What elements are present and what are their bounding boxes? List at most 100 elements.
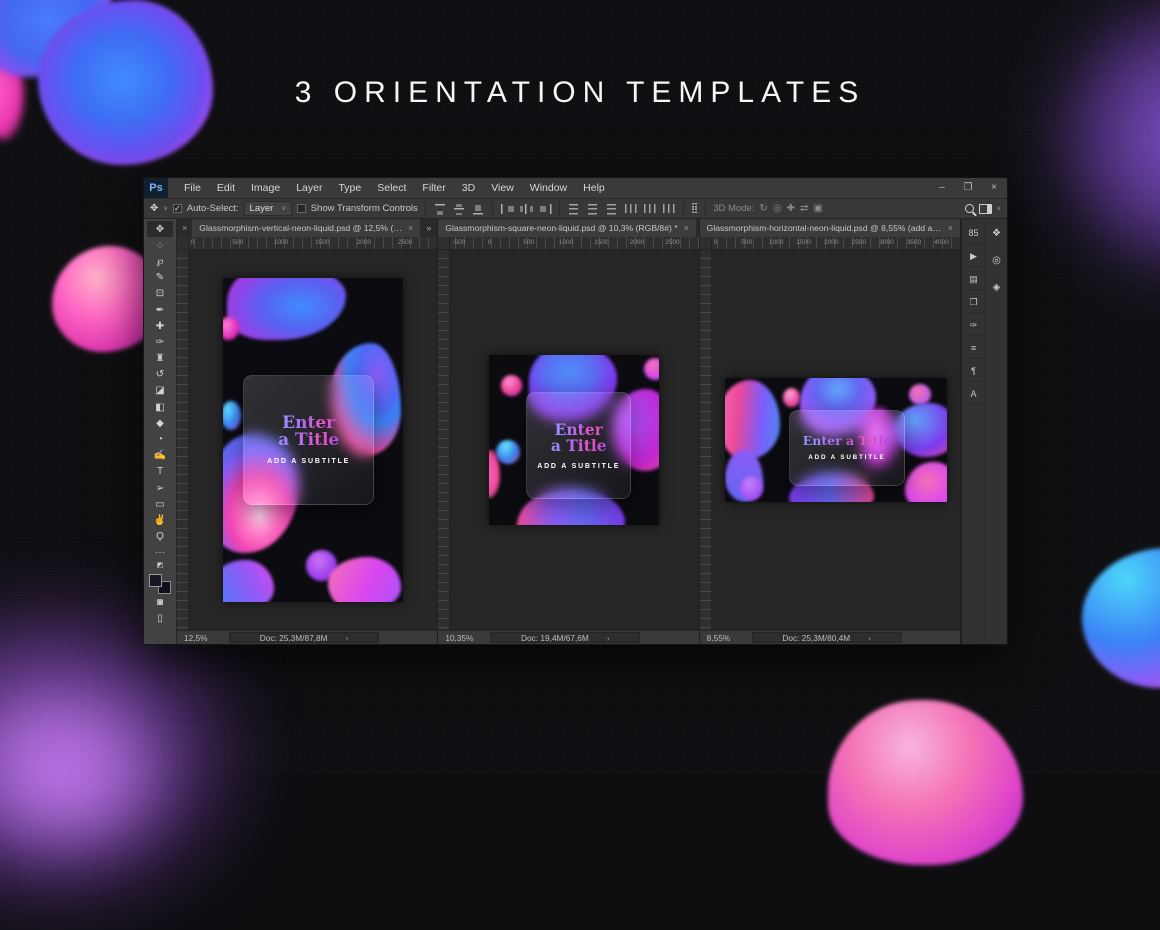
doc-size-field[interactable]: Doc: 25,3M/80,4M › bbox=[752, 632, 902, 643]
info-panel-icon[interactable]: 85 bbox=[963, 223, 984, 244]
brush-tool[interactable]: ✑ bbox=[147, 334, 173, 350]
default-swatches-icon[interactable]: ◩ bbox=[157, 561, 164, 571]
status-expand-icon[interactable]: › bbox=[346, 633, 349, 643]
close-button[interactable]: × bbox=[981, 178, 1007, 198]
chevron-down-icon[interactable]: ∨ bbox=[163, 205, 167, 212]
menu-select[interactable]: Select bbox=[369, 178, 414, 198]
document-tab[interactable]: Glassmorphism-square-neon-liquid.psd @ 1… bbox=[438, 219, 696, 237]
minimize-button[interactable]: – bbox=[929, 178, 955, 198]
actions-panel-icon[interactable]: ▶ bbox=[963, 246, 984, 267]
properties-panel-icon[interactable]: ≡ bbox=[963, 338, 984, 359]
align-right-edges-icon[interactable] bbox=[538, 203, 552, 215]
3d-roll-icon[interactable]: ◎ bbox=[773, 203, 782, 214]
chevron-down-icon[interactable]: ∨ bbox=[997, 205, 1001, 212]
3d-slide-icon[interactable]: ⇄ bbox=[800, 203, 808, 214]
gradient-tool[interactable]: ◧ bbox=[147, 399, 173, 415]
menu-help[interactable]: Help bbox=[575, 178, 613, 198]
zoom-level[interactable]: 12,5% bbox=[177, 633, 229, 643]
menu-window[interactable]: Window bbox=[522, 178, 575, 198]
canvas-vertical[interactable]: Enter a Title ADD A SUBTITLE bbox=[223, 278, 403, 602]
clone-stamp-tool[interactable]: ♜ bbox=[147, 351, 173, 367]
restore-button[interactable]: ❐ bbox=[955, 178, 981, 198]
menu-filter[interactable]: Filter bbox=[414, 178, 453, 198]
document-tab[interactable]: Glassmorphism-horizontal-neon-liquid.psd… bbox=[700, 219, 960, 237]
distribute-bottom-edges-icon[interactable] bbox=[605, 203, 619, 215]
dodge-tool[interactable]: ◔ bbox=[147, 431, 173, 447]
auto-select-dropdown[interactable]: Layer ∨ bbox=[244, 201, 292, 216]
menu-type[interactable]: Type bbox=[330, 178, 369, 198]
pen-tool[interactable]: ✍ bbox=[147, 448, 173, 464]
character-panel-icon[interactable]: A bbox=[963, 384, 984, 405]
lasso-tool[interactable]: ℘ bbox=[147, 253, 173, 269]
3d-pan-icon[interactable]: ✚ bbox=[787, 203, 795, 214]
distribute-horizontal-centers-icon[interactable] bbox=[643, 203, 657, 215]
tab-close-icon[interactable]: × bbox=[408, 223, 413, 233]
channels-panel-icon[interactable]: ◎ bbox=[986, 250, 1007, 271]
show-transform-checkbox[interactable] bbox=[297, 204, 306, 213]
distribute-top-edges-icon[interactable] bbox=[567, 203, 581, 215]
document-tab[interactable]: Glassmorphism-vertical-neon-liquid.psd @… bbox=[192, 219, 420, 237]
quick-selection-tool[interactable]: ✎ bbox=[147, 270, 173, 286]
layers-panel-icon[interactable]: ❖ bbox=[986, 223, 1007, 244]
blur-tool[interactable]: ◆ bbox=[147, 415, 173, 431]
adjustments-panel-icon[interactable]: ▤ bbox=[963, 269, 984, 290]
zoom-tool[interactable]: Ϙ bbox=[147, 529, 173, 545]
tab-overflow-icon[interactable]: » bbox=[420, 223, 437, 233]
marquee-tool[interactable]: ◌ bbox=[147, 237, 173, 253]
crop-tool[interactable]: ⊡ bbox=[147, 286, 173, 302]
pasteboard[interactable]: Enter a Title ADD A SUBTITLE bbox=[438, 250, 698, 630]
foreground-color-swatch[interactable] bbox=[149, 574, 162, 587]
3d-orbit-icon[interactable]: ↻ bbox=[759, 203, 767, 214]
status-expand-icon[interactable]: › bbox=[607, 633, 610, 643]
pasteboard[interactable]: Enter a Title ADD A SUBTITLE bbox=[177, 250, 437, 630]
menu-image[interactable]: Image bbox=[243, 178, 288, 198]
menu-layer[interactable]: Layer bbox=[288, 178, 330, 198]
type-tool[interactable]: T bbox=[147, 464, 173, 480]
menu-edit[interactable]: Edit bbox=[209, 178, 243, 198]
canvas-square[interactable]: Enter a Title ADD A SUBTITLE bbox=[489, 355, 659, 525]
path-selection-tool[interactable]: ➢ bbox=[147, 480, 173, 496]
align-left-edges-icon[interactable] bbox=[500, 203, 514, 215]
edit-toolbar-icon[interactable]: ··· bbox=[147, 545, 173, 561]
align-vertical-centers-icon[interactable] bbox=[452, 203, 466, 215]
zoom-level[interactable]: 8,55% bbox=[700, 633, 752, 643]
paths-panel-icon[interactable]: ◈ bbox=[986, 277, 1007, 298]
align-horizontal-centers-icon[interactable] bbox=[519, 203, 533, 215]
auto-select-checkbox[interactable]: ✓ bbox=[173, 204, 182, 213]
3d-zoom-icon[interactable]: ▣ bbox=[813, 203, 822, 214]
brushes-panel-icon[interactable]: ✑ bbox=[963, 315, 984, 336]
distribute-vertical-centers-icon[interactable] bbox=[586, 203, 600, 215]
distribute-left-edges-icon[interactable] bbox=[624, 203, 638, 215]
workspace-switcher-icon[interactable] bbox=[979, 204, 992, 214]
search-icon[interactable] bbox=[965, 204, 974, 213]
hidden-tab-close-icon[interactable]: × bbox=[177, 223, 192, 233]
hand-tool[interactable]: ✌ bbox=[147, 512, 173, 528]
status-bar: 8,55% Doc: 25,3M/80,4M › bbox=[700, 630, 960, 644]
tab-close-icon[interactable]: × bbox=[684, 223, 689, 233]
menu-file[interactable]: File bbox=[176, 178, 209, 198]
canvas-horizontal[interactable]: Enter a Title ADD A SUBTITLE bbox=[725, 378, 947, 502]
align-bottom-edges-icon[interactable] bbox=[471, 203, 485, 215]
doc-size-field[interactable]: Doc: 25,3M/87,8M › bbox=[229, 632, 379, 643]
pasteboard[interactable]: Enter a Title ADD A SUBTITLE bbox=[700, 250, 960, 630]
move-tool[interactable]: ✥ bbox=[147, 221, 173, 237]
tab-close-icon[interactable]: × bbox=[948, 223, 953, 233]
healing-brush-tool[interactable]: ✚ bbox=[147, 318, 173, 334]
quick-mask-icon[interactable]: ◙ bbox=[147, 594, 173, 610]
history-brush-tool[interactable]: ↺ bbox=[147, 367, 173, 383]
shape-tool[interactable]: ▭ bbox=[147, 496, 173, 512]
align-top-edges-icon[interactable] bbox=[433, 203, 447, 215]
distribute-spacing-icon[interactable]: ⣿ bbox=[691, 203, 698, 214]
distribute-right-edges-icon[interactable] bbox=[662, 203, 676, 215]
eyedropper-tool[interactable]: ✒ bbox=[147, 302, 173, 318]
menu-3d[interactable]: 3D bbox=[454, 178, 483, 198]
status-expand-icon[interactable]: › bbox=[868, 633, 871, 643]
eraser-tool[interactable]: ◪ bbox=[147, 383, 173, 399]
doc-size-field[interactable]: Doc: 19,4M/67,6M › bbox=[490, 632, 640, 643]
libraries-panel-icon[interactable]: ❐ bbox=[963, 292, 984, 313]
template-title: Enter a Title bbox=[551, 422, 607, 454]
screen-mode-icon[interactable]: ▯ bbox=[147, 610, 173, 626]
menu-view[interactable]: View bbox=[483, 178, 522, 198]
zoom-level[interactable]: 10,35% bbox=[438, 633, 490, 643]
paragraph-panel-icon[interactable]: ¶ bbox=[963, 361, 984, 382]
